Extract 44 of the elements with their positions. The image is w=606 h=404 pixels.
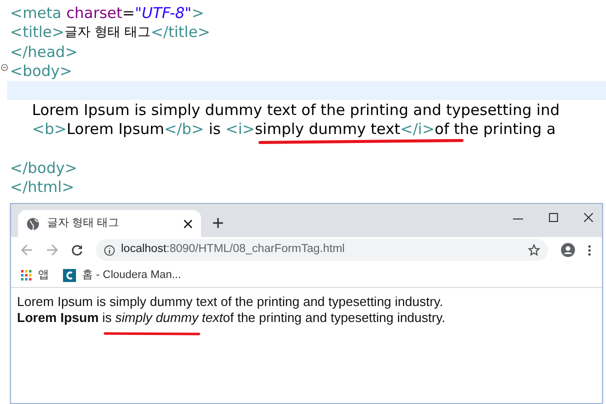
attribute-value: "UTF-8" (134, 5, 192, 22)
code-text: = (122, 5, 135, 22)
page-text: Lorem Ipsum is simply dummy textof the printing and typesetting industry. (17, 310, 446, 326)
maximize-icon[interactable] (549, 213, 558, 222)
html-tag: <title> (10, 24, 64, 42)
attribute-name: charset (66, 5, 122, 22)
code-text: Lorem Ipsum is simply dummy text of the printing and typesetting ind (32, 102, 560, 119)
code-text: is (208, 120, 222, 138)
fold-toggle-icon[interactable] (1, 64, 8, 71)
close-icon[interactable] (184, 220, 192, 228)
code-text: simply dummy text (254, 120, 400, 138)
url-path: :8090/HTML/08_charFormTag.html (166, 243, 345, 256)
menu-dots-icon[interactable] (588, 244, 591, 256)
new-tab-icon[interactable] (213, 218, 223, 228)
minimize-icon[interactable] (513, 218, 523, 220)
html-tag: <b> (32, 120, 67, 138)
globe-icon (27, 218, 39, 230)
page-text: Lorem Ipsum is simply dummy text of the printing and typesetting industry. (17, 294, 444, 310)
code-text: of the printing a (434, 120, 556, 138)
html-tag: <meta (10, 5, 66, 22)
browser-tab[interactable]: 글자 형태 태그 (18, 210, 201, 237)
info-icon (104, 244, 115, 256)
bookmark-link[interactable]: 앱 (38, 266, 49, 284)
code-text: 글자 형태 태그 (64, 24, 151, 42)
html-tag: </title> (150, 24, 210, 42)
html-tag: > (192, 5, 204, 22)
html-tag: <body> (10, 63, 72, 80)
url-host: localhost (121, 243, 166, 256)
star-icon[interactable] (528, 244, 540, 256)
html-tag: </html> (10, 178, 74, 196)
html-tag: </body> (10, 160, 78, 177)
apps-grid-icon (21, 270, 32, 280)
close-icon[interactable] (584, 213, 593, 222)
tab-title: 글자 형태 태그 (47, 216, 120, 232)
html-tag: </b> (164, 120, 204, 138)
account-icon[interactable] (561, 243, 575, 257)
html-tag: <i> (226, 120, 255, 138)
address-bar[interactable]: localhost:8090/HTML/08_charFormTag.html (96, 239, 548, 261)
reload-icon[interactable] (71, 244, 83, 256)
html-tag: </head> (10, 44, 78, 61)
code-text: Lorem Ipsum (66, 120, 164, 138)
bookmark-link[interactable]: 홈 - Cloudera Man... (82, 266, 182, 284)
site-logo-icon (63, 268, 76, 282)
html-tag: </i> (400, 120, 435, 138)
